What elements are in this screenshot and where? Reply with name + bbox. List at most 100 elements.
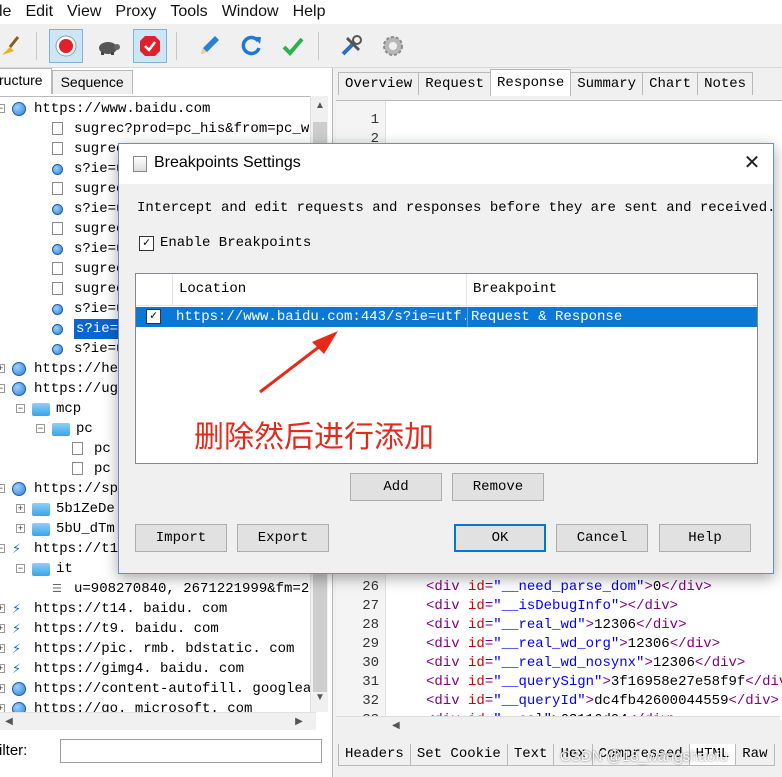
scroll-left-icon[interactable]: ◀ xyxy=(0,713,18,731)
tools-icon[interactable] xyxy=(334,29,368,63)
location-column-header[interactable]: Location xyxy=(173,274,467,306)
tree-row[interactable]: + ⚡ https://pic. rmb. bdstatic. com xyxy=(0,639,316,659)
pen-icon[interactable] xyxy=(192,29,226,63)
tree-row[interactable]: − https://www.baidu.com xyxy=(0,99,316,119)
tab-summary[interactable]: Summary xyxy=(570,72,644,95)
table-row[interactable]: ✓ https://www.baidu.com:443/s?ie=utf... … xyxy=(136,307,757,327)
line-number: 1 xyxy=(370,112,379,128)
document-icon xyxy=(52,122,63,135)
menu-item-proxy[interactable]: Proxy xyxy=(109,3,164,21)
collapse-icon[interactable]: − xyxy=(36,424,45,433)
remove-button[interactable]: Remove xyxy=(452,473,544,501)
expand-icon[interactable]: + xyxy=(0,364,5,373)
menu-item-view[interactable]: View xyxy=(61,3,109,21)
scroll-left-icon[interactable]: ◀ xyxy=(392,720,400,731)
enable-breakpoints-checkbox[interactable]: ✓ Enable Breakpoints xyxy=(139,234,311,252)
tree-row-label: https://ug. xyxy=(34,381,127,397)
tree-row-label: https://t14. baidu. com xyxy=(34,601,228,617)
bolt-icon: ⚡ xyxy=(12,661,22,676)
turtle-icon[interactable] xyxy=(91,29,125,63)
tree-row[interactable]: + https://go. microsoft. com xyxy=(0,699,316,712)
breakpoint-column-header[interactable]: Breakpoint xyxy=(467,274,757,306)
tab-notes[interactable]: Notes xyxy=(697,72,754,95)
menu-item-edit[interactable]: Edit xyxy=(19,3,61,21)
tab-headers[interactable]: Headers xyxy=(338,744,411,766)
expand-icon[interactable]: + xyxy=(0,624,5,633)
ok-button[interactable]: OK xyxy=(454,524,546,552)
tree-row[interactable]: ☰ u=908270840, 2671221999&fm=225 xyxy=(0,579,316,599)
folder-icon xyxy=(32,403,50,416)
tab-sequence[interactable]: Sequence xyxy=(51,70,133,94)
expand-icon[interactable]: + xyxy=(0,604,5,613)
bolt-icon: ⚡ xyxy=(12,621,22,636)
tree-row-label: https://gimg4. baidu. com xyxy=(34,661,245,677)
collapse-icon[interactable]: − xyxy=(16,404,25,413)
tree-horizontal-scrollbar[interactable]: ◀ ▶ xyxy=(0,712,316,730)
expand-icon[interactable]: + xyxy=(0,684,5,693)
expand-icon[interactable]: + xyxy=(0,704,5,712)
check-icon[interactable] xyxy=(276,29,310,63)
bolt-icon: ⚡ xyxy=(12,641,22,656)
scroll-down-icon[interactable]: ▼ xyxy=(311,692,329,710)
help-button[interactable]: Help xyxy=(659,524,751,552)
expand-icon[interactable]: + xyxy=(0,644,5,653)
menu-item-le[interactable]: le xyxy=(0,3,19,21)
tab-overview[interactable]: Overview xyxy=(338,72,420,95)
tree-row[interactable]: sugrec?prod=pc_his&from=pc_web& xyxy=(0,119,316,139)
lines-icon: ☰ xyxy=(52,583,62,595)
tree-row[interactable]: + https://content-autofill. googleapi xyxy=(0,679,316,699)
export-button[interactable]: Export xyxy=(237,524,329,552)
code-line: <div id="__real_wd_org">12306</div> xyxy=(426,636,721,652)
tab-structure[interactable]: ructure xyxy=(0,68,52,94)
table-header: Location Breakpoint xyxy=(136,274,757,306)
menu-item-help[interactable]: Help xyxy=(287,3,334,21)
tree-row-label: pc xyxy=(94,441,111,457)
menu-item-window[interactable]: Window xyxy=(216,3,287,21)
settings-icon[interactable] xyxy=(376,29,410,63)
row-checkbox[interactable]: ✓ xyxy=(146,309,161,324)
row-location: https://www.baidu.com:443/s?ie=utf... xyxy=(176,309,466,325)
filter-input[interactable] xyxy=(60,739,322,763)
tab-raw[interactable]: Raw xyxy=(735,744,775,766)
expand-icon[interactable]: + xyxy=(0,664,5,673)
tree-row[interactable]: + ⚡ https://t9. baidu. com xyxy=(0,619,316,639)
collapse-icon[interactable]: − xyxy=(16,564,25,573)
line-number: 31 xyxy=(362,674,379,690)
dialog-body: Intercept and edit requests and response… xyxy=(119,184,776,573)
broom-icon[interactable] xyxy=(0,29,28,63)
scroll-up-icon[interactable]: ▲ xyxy=(311,100,329,118)
expand-icon[interactable]: + xyxy=(16,524,25,533)
add-button[interactable]: Add xyxy=(350,473,442,501)
scroll-right-icon[interactable]: ▶ xyxy=(290,713,308,731)
tab-set-cookie[interactable]: Set Cookie xyxy=(409,744,508,766)
tree-row[interactable]: + ⚡ https://gimg4. baidu. com xyxy=(0,659,316,679)
collapse-icon[interactable]: − xyxy=(0,544,5,553)
document-icon xyxy=(72,462,83,475)
collapse-icon[interactable]: − xyxy=(0,384,5,393)
breakpoints-settings-dialog: Breakpoints Settings ✕ Intercept and edi… xyxy=(118,143,776,574)
refresh-icon[interactable] xyxy=(234,29,268,63)
globe-icon xyxy=(52,304,63,315)
bolt-icon: ⚡ xyxy=(12,541,22,556)
editor-horizontal-scrollbar[interactable]: ◀ xyxy=(336,716,780,734)
expand-icon[interactable]: + xyxy=(16,504,25,513)
collapse-icon[interactable]: − xyxy=(0,104,5,113)
tab-response[interactable]: Response xyxy=(490,69,572,96)
toolbar xyxy=(0,24,782,68)
checkbox-column-header[interactable] xyxy=(136,274,173,306)
collapse-icon[interactable]: − xyxy=(0,484,5,493)
tree-row[interactable]: + ⚡ https://t14. baidu. com xyxy=(0,599,316,619)
close-icon[interactable]: ✕ xyxy=(737,150,767,178)
tab-request[interactable]: Request xyxy=(418,72,492,95)
menu-item-tools[interactable]: Tools xyxy=(164,3,215,21)
record-icon[interactable] xyxy=(49,29,83,63)
tree-row-label: https://go. microsoft. com xyxy=(34,701,253,712)
cancel-button[interactable]: Cancel xyxy=(556,524,648,552)
tab-text[interactable]: Text xyxy=(506,744,555,766)
line-number: 26 xyxy=(362,579,379,595)
tab-chart[interactable]: Chart xyxy=(642,72,699,95)
filter-label: ilter: xyxy=(0,742,28,759)
import-button[interactable]: Import xyxy=(135,524,227,552)
breakpoint-icon[interactable] xyxy=(133,29,167,63)
checkbox-icon[interactable]: ✓ xyxy=(139,235,154,251)
